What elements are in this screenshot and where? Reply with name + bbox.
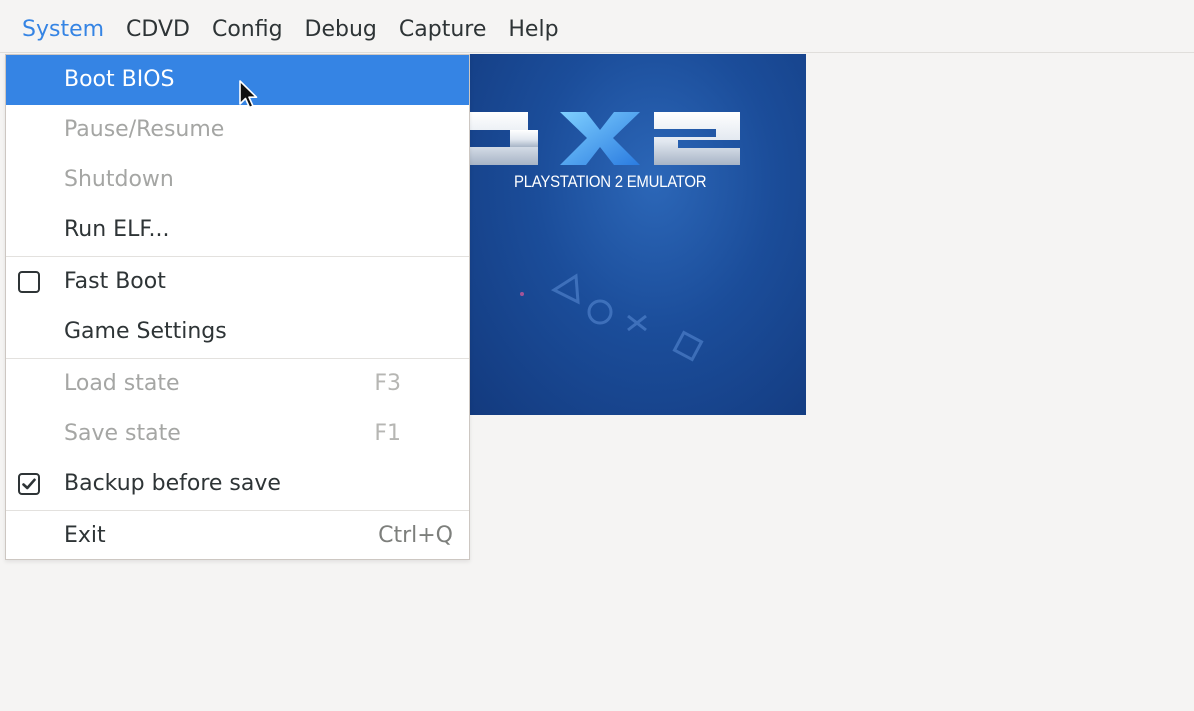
mouse-pointer-icon xyxy=(239,80,258,109)
menu-item-label: Exit xyxy=(64,523,106,548)
checkbox-checked-icon[interactable] xyxy=(18,473,40,495)
splash-logo-graphic xyxy=(470,112,740,362)
menu-item-fast-boot[interactable]: Fast Boot xyxy=(6,257,469,307)
menu-item-load-state: Load state F3 xyxy=(6,359,469,409)
checkbox-unchecked-icon[interactable] xyxy=(18,271,40,293)
menu-debug[interactable]: Debug xyxy=(295,8,387,52)
menu-item-label: Fast Boot xyxy=(64,269,166,294)
menu-item-label: Run ELF... xyxy=(64,217,170,242)
shortcut-label: F1 xyxy=(374,421,401,446)
menu-item-shutdown: Shutdown xyxy=(6,155,469,205)
menu-capture[interactable]: Capture xyxy=(389,8,496,52)
menu-cdvd[interactable]: CDVD xyxy=(116,8,200,52)
menu-item-label: Backup before save xyxy=(64,471,281,496)
menu-help[interactable]: Help xyxy=(498,8,568,52)
menu-system[interactable]: System xyxy=(12,8,114,52)
menu-item-label: Load state xyxy=(64,371,180,396)
menu-config[interactable]: Config xyxy=(202,8,293,52)
menu-item-game-settings[interactable]: Game Settings xyxy=(6,307,469,357)
menu-item-pause-resume: Pause/Resume xyxy=(6,105,469,155)
pcsx2-splash-image: PLAYSTATION 2 EMULATOR xyxy=(470,54,806,415)
menu-item-exit[interactable]: Exit Ctrl+Q xyxy=(6,511,469,561)
checkmark-icon xyxy=(22,478,36,490)
shortcut-label: Ctrl+Q xyxy=(378,523,453,548)
menu-item-label: Shutdown xyxy=(64,167,174,192)
menu-item-run-elf[interactable]: Run ELF... xyxy=(6,205,469,255)
splash-caption: PLAYSTATION 2 EMULATOR xyxy=(514,172,707,191)
shortcut-label: F3 xyxy=(374,371,401,396)
menu-item-save-state: Save state F1 xyxy=(6,409,469,459)
system-menu-dropdown: Boot BIOS Pause/Resume Shutdown Run ELF.… xyxy=(5,54,470,560)
menu-bar: System CDVD Config Debug Capture Help xyxy=(0,0,1194,53)
menu-item-label: Boot BIOS xyxy=(64,67,175,92)
menu-item-label: Game Settings xyxy=(64,319,227,344)
menu-item-backup-before-save[interactable]: Backup before save xyxy=(6,459,469,509)
menu-item-label: Pause/Resume xyxy=(64,117,225,142)
menu-item-label: Save state xyxy=(64,421,181,446)
